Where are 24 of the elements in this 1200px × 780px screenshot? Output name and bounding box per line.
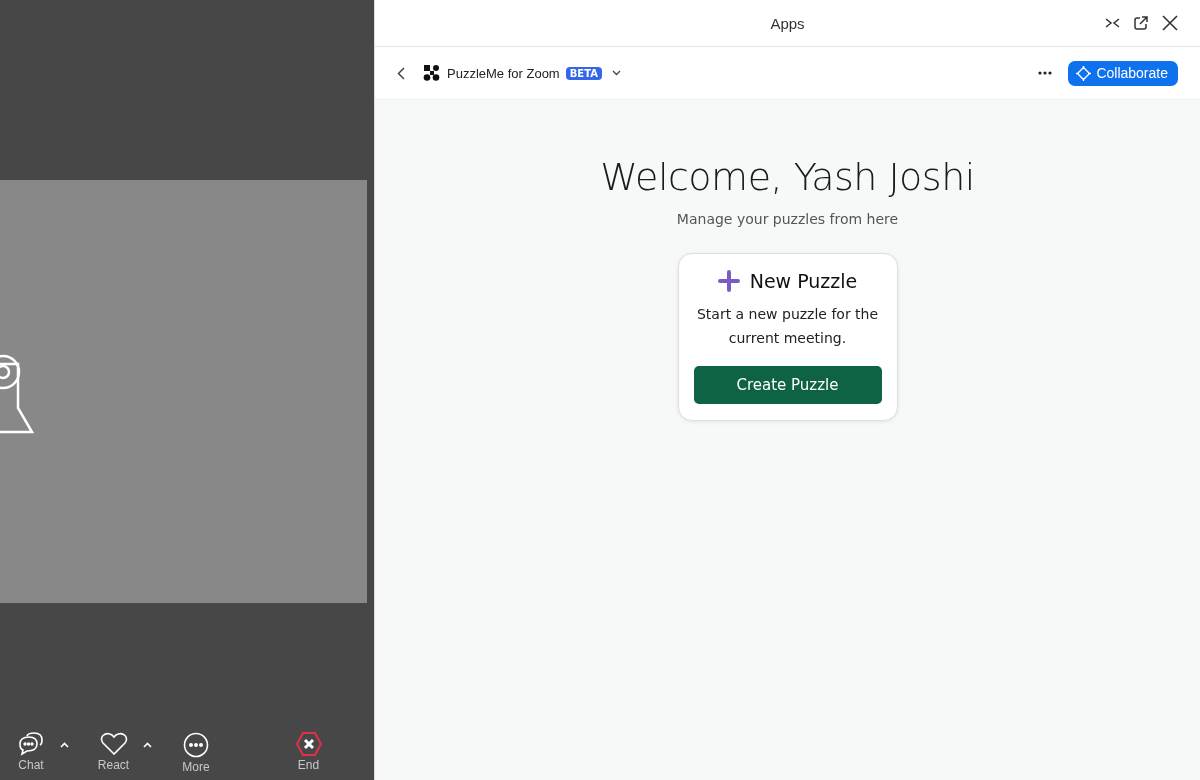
chat-button[interactable]: Chat (14, 732, 48, 772)
welcome-subheading: Manage your puzzles from here (676, 211, 899, 227)
beta-badge: BETA (565, 66, 602, 80)
end-button[interactable]: End (291, 732, 326, 772)
app-name: PuzzleMe for Zoom (447, 65, 560, 81)
collaborate-button[interactable]: Collaborate (1068, 60, 1178, 86)
collapse-icon[interactable] (1105, 17, 1120, 29)
caret-icon[interactable] (142, 742, 152, 748)
more-options-icon[interactable] (1038, 71, 1053, 75)
caret-icon[interactable] (60, 742, 69, 748)
create-puzzle-button[interactable]: Create Puzzle (693, 366, 882, 404)
app-logo-icon (423, 64, 441, 82)
panel-title: Apps (770, 14, 805, 32)
card-description: Start a new puzzle for the current meeting. (695, 305, 880, 348)
card-title: New Puzzle (749, 270, 858, 292)
back-icon[interactable] (397, 66, 405, 80)
plus-icon (717, 270, 740, 292)
react-button[interactable]: React (96, 732, 131, 772)
more-button[interactable]: More (179, 732, 213, 774)
popout-icon[interactable] (1134, 16, 1148, 30)
collaborate-icon (1076, 65, 1092, 81)
chevron-down-icon[interactable] (611, 70, 621, 76)
welcome-heading: Welcome, Yash Joshi (600, 155, 975, 199)
close-icon[interactable] (1162, 15, 1178, 31)
